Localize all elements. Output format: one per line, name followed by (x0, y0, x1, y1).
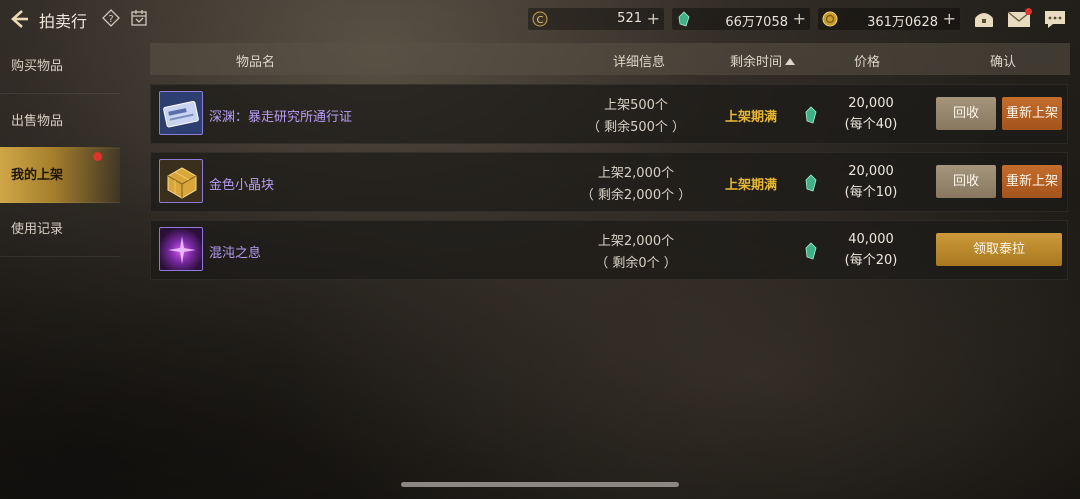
column-header-time-label: 剩余时间 (730, 55, 783, 70)
add-currency-button[interactable]: + (647, 9, 660, 28)
sidebar-item-label: 使用记录 (11, 222, 64, 237)
currency-value: 521 (617, 11, 642, 26)
claim-tera-button[interactable]: 领取泰拉 (936, 233, 1062, 266)
listing-quantity: 上架2,000个 (597, 234, 675, 249)
listing-quantity: 上架2,000个 (597, 166, 675, 181)
remaining-quantity: （ 剩余2,000个 ） (580, 188, 692, 203)
mail-notification-dot (1025, 8, 1032, 15)
item-name: 混沌之息 (209, 246, 262, 261)
chaos-breath-icon[interactable] (159, 227, 203, 271)
sidebar-item-my-listings[interactable]: 我的上架 (0, 147, 120, 203)
green-gem-icon (678, 11, 690, 27)
column-header-price: 价格 (854, 55, 881, 70)
c-coin-icon: C (532, 11, 548, 27)
pass-ticket-icon[interactable] (159, 91, 203, 135)
page-title: 拍卖行 (39, 12, 88, 31)
table-row: 金色小晶块 上架2,000个 （ 剩余2,000个 ） 上架期满 20,000 … (150, 152, 1068, 212)
item-name: 金色小晶块 (209, 178, 275, 193)
calendar-icon[interactable] (130, 9, 148, 27)
currency-green-gem: 66万7058 + (672, 8, 810, 30)
currency-gold-coin: 361万0628 + (818, 8, 960, 30)
table-header: 物品名 详细信息 剩余时间 价格 确认 (150, 43, 1070, 75)
home-indicator[interactable] (401, 482, 679, 487)
top-bar: 拍卖行 ? C 521 + 66万7058 + 361万0628 + (0, 0, 1080, 38)
table-row: 深渊：暴走研究所通行证 上架500个 （ 剩余500个 ） 上架期满 20,00… (150, 84, 1068, 144)
item-name: 深渊：暴走研究所通行证 (209, 110, 353, 125)
sidebar-item-label: 购买物品 (11, 59, 64, 74)
sidebar-item-label: 出售物品 (11, 114, 64, 129)
column-header-name: 物品名 (236, 55, 276, 70)
sidebar-item-label: 我的上架 (11, 168, 64, 183)
listing-status: 上架期满 (724, 178, 777, 193)
green-gem-icon (805, 242, 817, 260)
price-each: (每个10) (844, 185, 898, 200)
recall-button[interactable]: 回收 (936, 97, 996, 130)
price-each: (每个40) (844, 117, 898, 132)
column-header-detail: 详细信息 (613, 55, 666, 70)
price-total: 20,000 (848, 164, 894, 179)
sidebar-item-history[interactable]: 使用记录 (0, 201, 120, 257)
help-diamond-icon[interactable]: ? (102, 9, 120, 27)
currency-value: 66万7058 (725, 15, 788, 30)
gold-coin-icon (822, 11, 838, 27)
add-currency-button[interactable]: + (793, 9, 806, 28)
price-total: 20,000 (848, 96, 894, 111)
remaining-quantity: （ 剩余500个 ） (586, 120, 686, 135)
sidebar-item-buy[interactable]: 购买物品 (0, 38, 120, 94)
relist-button[interactable]: 重新上架 (1002, 165, 1062, 198)
column-header-confirm: 确认 (990, 55, 1017, 70)
listings-notification-dot (93, 152, 102, 161)
remaining-quantity: （ 剩余0个 ） (595, 256, 677, 271)
back-arrow-icon[interactable] (8, 8, 30, 30)
sidebar-item-sell[interactable]: 出售物品 (0, 93, 120, 149)
recall-button[interactable]: 回收 (936, 165, 996, 198)
price-each: (每个20) (844, 253, 898, 268)
add-currency-button[interactable]: + (943, 9, 956, 28)
currency-value: 361万0628 (867, 15, 938, 30)
sort-ascending-icon (785, 58, 796, 65)
listing-status: 上架期满 (724, 110, 777, 125)
price-total: 40,000 (848, 232, 894, 247)
treasure-icon[interactable] (972, 8, 996, 30)
green-gem-icon (805, 174, 817, 192)
table-row: 混沌之息 上架2,000个 （ 剩余0个 ） 40,000 (每个20) 领取泰… (150, 220, 1068, 280)
gold-crystal-icon[interactable] (159, 159, 203, 203)
column-header-time[interactable]: 剩余时间 (730, 51, 796, 70)
currency-c-coin: C 521 + (528, 8, 664, 30)
relist-button[interactable]: 重新上架 (1002, 97, 1062, 130)
chat-icon[interactable] (1043, 8, 1067, 30)
svg-text:?: ? (108, 14, 113, 25)
svg-text:C: C (537, 15, 544, 26)
green-gem-icon (805, 106, 817, 124)
listing-quantity: 上架500个 (604, 98, 668, 113)
